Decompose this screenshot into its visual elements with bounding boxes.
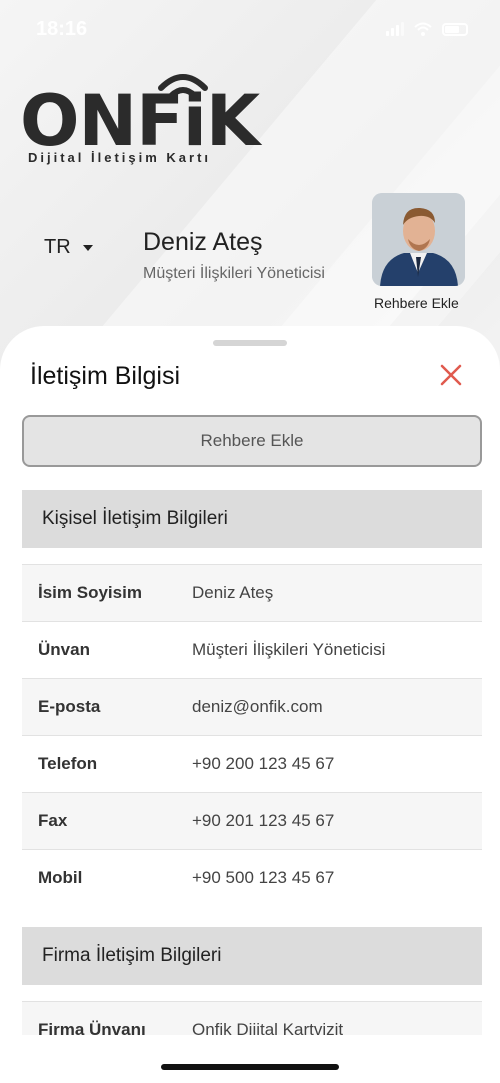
language-selector[interactable]: TR bbox=[44, 236, 93, 259]
status-bar: 18:16 bbox=[0, 0, 500, 60]
avatar-add-contact-label[interactable]: Rehbere Ekle bbox=[374, 295, 459, 311]
profile-name: Deniz Ateş bbox=[143, 228, 263, 256]
info-row-title: Ünvan Müşteri İlişkileri Yöneticisi bbox=[22, 621, 482, 678]
status-time: 18:16 bbox=[36, 18, 88, 40]
row-label: E-posta bbox=[38, 697, 101, 716]
company-info-header: Firma İletişim Bilgileri bbox=[22, 927, 482, 985]
person-photo-icon bbox=[372, 193, 465, 286]
home-indicator bbox=[161, 1064, 339, 1070]
caret-down-icon bbox=[82, 244, 93, 251]
row-label: Telefon bbox=[38, 754, 98, 773]
personal-info-header: Kişisel İletişim Bilgileri bbox=[22, 490, 482, 548]
personal-info-table: İsim Soyisim Deniz Ateş Ünvan Müşteri İl… bbox=[22, 564, 482, 906]
row-label: Ünvan bbox=[38, 640, 90, 659]
info-row-email[interactable]: E-posta deniz@onfik.com bbox=[22, 678, 482, 735]
row-label: Fax bbox=[38, 811, 68, 830]
info-row-phone[interactable]: Telefon +90 200 123 45 67 bbox=[22, 735, 482, 792]
profile-title: Müşteri İlişkileri Yöneticisi bbox=[143, 265, 325, 282]
logo-tagline: Dijital İletişim Kartı bbox=[28, 150, 212, 165]
onfik-logo: ONFiK Dijital İletişim Kartı bbox=[20, 66, 260, 176]
avatar[interactable] bbox=[372, 193, 465, 286]
info-row-name: İsim Soyisim Deniz Ateş bbox=[22, 564, 482, 621]
mobile-link[interactable]: +90 500 123 45 67 bbox=[192, 868, 334, 888]
row-value: Deniz Ateş bbox=[192, 583, 274, 602]
wifi-icon bbox=[414, 22, 432, 36]
info-row-fax: Fax +90 201 123 45 67 bbox=[22, 792, 482, 849]
row-value: Müşteri İlişkileri Yöneticisi bbox=[192, 640, 386, 659]
email-link[interactable]: deniz@onfik.com bbox=[192, 697, 323, 717]
add-to-contacts-button[interactable]: Rehbere Ekle bbox=[22, 415, 482, 467]
close-icon[interactable] bbox=[436, 360, 466, 390]
sheet-title: İletişim Bilgisi bbox=[30, 362, 181, 390]
row-value: +90 201 123 45 67 bbox=[192, 811, 335, 830]
info-row-mobile[interactable]: Mobil +90 500 123 45 67 bbox=[22, 849, 482, 906]
status-icons bbox=[386, 22, 468, 36]
bottom-safe-area bbox=[0, 1035, 500, 1083]
phone-link[interactable]: +90 200 123 45 67 bbox=[192, 754, 334, 774]
logo-wordmark: ONFiK bbox=[20, 80, 260, 162]
row-label: Mobil bbox=[38, 868, 83, 887]
row-label: İsim Soyisim bbox=[38, 583, 142, 602]
sheet-drag-handle[interactable] bbox=[213, 340, 287, 346]
battery-icon bbox=[442, 22, 468, 36]
language-label: TR bbox=[44, 236, 71, 258]
contact-info-sheet: İletişim Bilgisi Rehbere Ekle Kişisel İl… bbox=[0, 326, 500, 1083]
cellular-signal-icon bbox=[386, 22, 404, 36]
